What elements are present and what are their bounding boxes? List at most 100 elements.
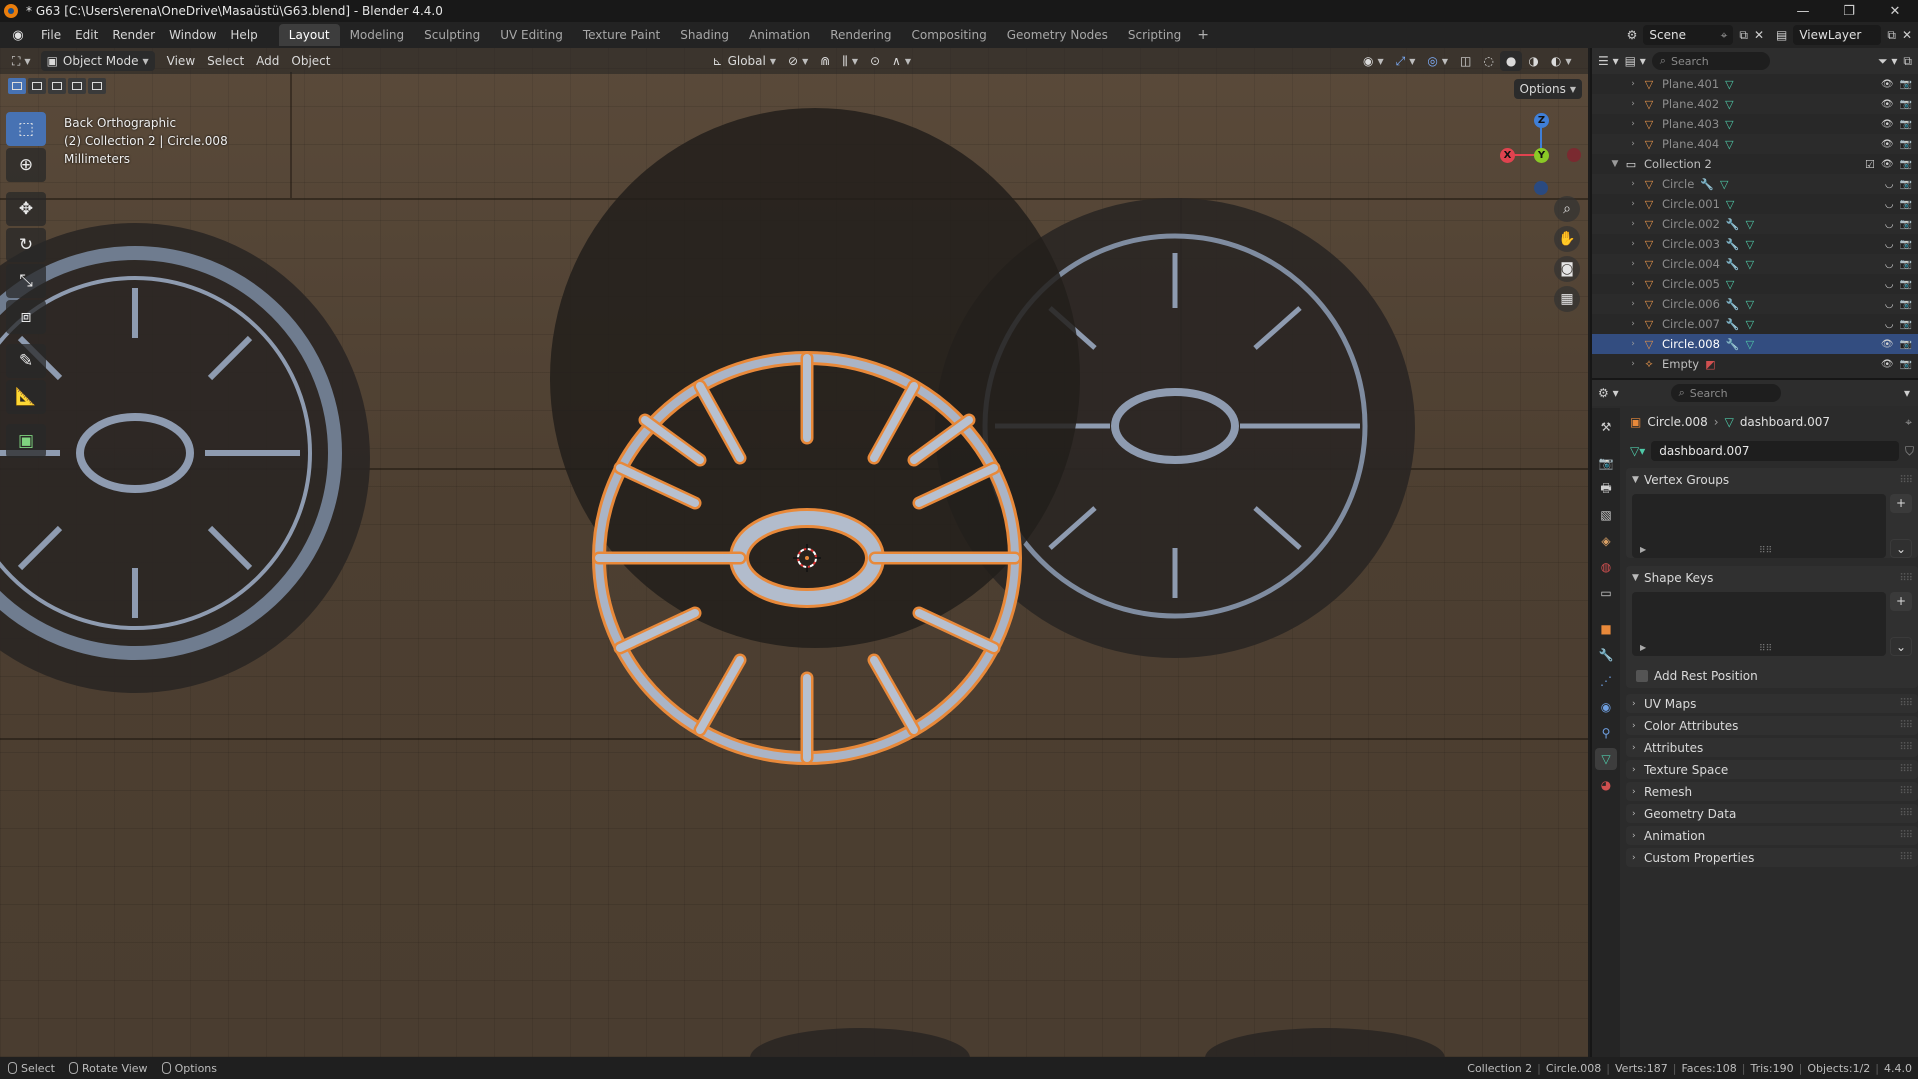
eye-icon[interactable]: 👁: [1881, 359, 1894, 370]
maximize-button[interactable]: ❐: [1826, 0, 1872, 22]
camera-render-icon[interactable]: 📷: [1900, 219, 1912, 230]
panel-grip-icon[interactable]: ⠿⠿: [1899, 764, 1913, 775]
options-dropdown[interactable]: Options ▼: [1513, 79, 1582, 99]
mesh-data-icon[interactable]: ▽: [1725, 78, 1733, 91]
select-extend-icon[interactable]: [28, 78, 46, 94]
eye-closed-icon[interactable]: ◡: [1885, 199, 1894, 210]
physics-tab-icon[interactable]: ◉: [1595, 696, 1617, 718]
tab-rendering[interactable]: Rendering: [820, 24, 901, 46]
mesh-data-icon[interactable]: ▽: [1725, 138, 1733, 151]
new-collection-icon[interactable]: ⧉: [1903, 54, 1912, 69]
camera-render-icon[interactable]: 📷: [1900, 259, 1912, 270]
mesh-data-icon[interactable]: ▽: [1725, 98, 1733, 111]
panel-header[interactable]: › Geometry Data ⠿⠿: [1626, 804, 1918, 823]
new-scene-icon[interactable]: ⧉: [1739, 28, 1748, 43]
snap-toggle[interactable]: ⋒: [814, 51, 836, 71]
chevron-right-icon[interactable]: ›: [1628, 119, 1638, 129]
object-mode-dropdown[interactable]: ▣ Object Mode ▼: [40, 51, 155, 71]
pin-icon[interactable]: ⌖: [1721, 28, 1728, 43]
select-subtract-icon[interactable]: [48, 78, 66, 94]
camera-render-icon[interactable]: 📷: [1900, 239, 1912, 250]
modifier-icon[interactable]: 🔧: [1726, 238, 1740, 251]
pan-hand-icon[interactable]: ✋: [1554, 226, 1580, 252]
mesh-data-icon[interactable]: ▽: [1720, 178, 1728, 191]
gizmo-y-axis[interactable]: Y: [1534, 148, 1549, 163]
shape-key-specials-button[interactable]: ⌄: [1890, 637, 1912, 657]
select-intersect-icon[interactable]: [88, 78, 106, 94]
close-button[interactable]: ✕: [1872, 0, 1918, 22]
tab-scripting[interactable]: Scripting: [1118, 24, 1191, 46]
shape-keys-list-area[interactable]: ▶ ⠿⠿: [1632, 592, 1886, 656]
modifier-icon[interactable]: 🔧: [1726, 258, 1740, 271]
gizmo-toggle[interactable]: ⤢ ▼: [1390, 51, 1422, 71]
gizmo-x-axis[interactable]: X: [1500, 148, 1515, 163]
menu-object[interactable]: Object: [285, 51, 336, 71]
eye-closed-icon[interactable]: ◡: [1885, 239, 1894, 250]
panel-grip-icon[interactable]: ⠿⠿: [1899, 475, 1913, 486]
properties-options-chevron-icon[interactable]: ▾: [1904, 386, 1910, 400]
list-resize-handle-icon[interactable]: ⠿⠿: [1759, 546, 1772, 556]
panel-header[interactable]: › Texture Space ⠿⠿: [1626, 760, 1918, 779]
move-tool-icon[interactable]: ✥: [6, 192, 46, 226]
outliner-row[interactable]: › ▽ Circle.004 🔧 ▽ ◡ 📷: [1592, 254, 1918, 274]
mesh-data-icon[interactable]: ▽: [1746, 298, 1754, 311]
minimize-button[interactable]: —: [1780, 0, 1826, 22]
blender-menu-icon[interactable]: ◉: [8, 25, 28, 45]
chevron-right-icon[interactable]: ›: [1628, 219, 1638, 229]
selected-mesh-circle-008[interactable]: [0, 48, 1588, 1057]
camera-view-icon[interactable]: ◙: [1554, 256, 1580, 282]
outliner-row[interactable]: ▼ ▭ Collection 2 ☑ 👁 📷: [1592, 154, 1918, 174]
proportional-editing-toggle[interactable]: ⊙: [864, 51, 886, 71]
properties-search-input[interactable]: ⌕ Search: [1670, 384, 1781, 402]
rotate-tool-icon[interactable]: ↻: [6, 228, 46, 262]
modifier-icon[interactable]: 🔧: [1726, 218, 1740, 231]
panel-header[interactable]: › Color Attributes ⠿⠿: [1626, 716, 1918, 735]
panel-header[interactable]: › Attributes ⠿⠿: [1626, 738, 1918, 757]
add-shape-key-button[interactable]: +: [1890, 592, 1912, 611]
display-mode-icon[interactable]: ▤ ▾: [1625, 54, 1646, 68]
outliner-row[interactable]: › ▽ Plane.402 ▽ 👁 📷: [1592, 94, 1918, 114]
exclude-checkbox-icon[interactable]: ☑: [1865, 158, 1875, 171]
panel-grip-icon[interactable]: ⠿⠿: [1899, 720, 1913, 731]
camera-render-icon[interactable]: 📷: [1900, 359, 1912, 370]
chevron-right-icon[interactable]: ›: [1628, 359, 1638, 369]
eye-closed-icon[interactable]: ◡: [1885, 179, 1894, 190]
menu-file[interactable]: File: [34, 24, 68, 46]
modifiers-tab-icon[interactable]: 🔧: [1595, 644, 1617, 666]
panel-grip-icon[interactable]: ⠿⠿: [1899, 852, 1913, 863]
shape-keys-header[interactable]: ▼ Shape Keys ⠿⠿: [1626, 566, 1918, 590]
editor-type-button[interactable]: ⛶ ▼: [6, 51, 37, 71]
view-layer-field[interactable]: ViewLayer: [1793, 25, 1882, 45]
tab-modeling[interactable]: Modeling: [340, 24, 415, 46]
view-layer-icon[interactable]: ▤: [1776, 28, 1787, 42]
image-empty-icon[interactable]: ◩: [1705, 358, 1715, 371]
view-layer-tab-icon[interactable]: ▧: [1595, 504, 1617, 526]
vertex-group-specials-button[interactable]: ⌄: [1890, 539, 1912, 559]
chevron-right-icon[interactable]: ›: [1628, 99, 1638, 109]
outliner-row[interactable]: › ▽ Circle.002 🔧 ▽ ◡ 📷: [1592, 214, 1918, 234]
panel-grip-icon[interactable]: ⠿⠿: [1899, 808, 1913, 819]
zoom-icon[interactable]: ⌕: [1554, 196, 1580, 222]
menu-view[interactable]: View: [161, 51, 201, 71]
camera-render-icon[interactable]: 📷: [1900, 139, 1912, 150]
vertex-groups-list-area[interactable]: ▶ ⠿⠿: [1632, 494, 1886, 558]
mesh-data-icon[interactable]: ▽: [1746, 338, 1754, 351]
panel-grip-icon[interactable]: ⠿⠿: [1899, 742, 1913, 753]
mesh-browse-icon[interactable]: ▽▾: [1630, 444, 1645, 458]
snap-target-dropdown[interactable]: ⫼ ▼: [836, 51, 864, 71]
3d-viewport[interactable]: ⛶ ▼ ▣ Object Mode ▼ View Select Add Object…: [0, 48, 1588, 1057]
shading-rendered[interactable]: ◐ ▼: [1545, 51, 1578, 71]
outliner-row[interactable]: › ▽ Circle.003 🔧 ▽ ◡ 📷: [1592, 234, 1918, 254]
eye-closed-icon[interactable]: ◡: [1885, 219, 1894, 230]
outliner-row[interactable]: › ▽ Plane.404 ▽ 👁 📷: [1592, 134, 1918, 154]
outliner-row[interactable]: › ▽ Circle.005 ▽ ◡ 📷: [1592, 274, 1918, 294]
shading-wireframe[interactable]: ◌: [1477, 51, 1499, 71]
camera-render-icon[interactable]: 📷: [1900, 319, 1912, 330]
3d-cursor-icon[interactable]: [793, 544, 821, 572]
outliner-row[interactable]: › ▽ Plane.403 ▽ 👁 📷: [1592, 114, 1918, 134]
mesh-data-icon[interactable]: ▽: [1746, 258, 1754, 271]
chevron-right-icon[interactable]: ›: [1628, 299, 1638, 309]
panel-header[interactable]: › Custom Properties ⠿⠿: [1626, 848, 1918, 867]
eye-closed-icon[interactable]: ◡: [1885, 259, 1894, 270]
chevron-right-icon[interactable]: ›: [1628, 239, 1638, 249]
